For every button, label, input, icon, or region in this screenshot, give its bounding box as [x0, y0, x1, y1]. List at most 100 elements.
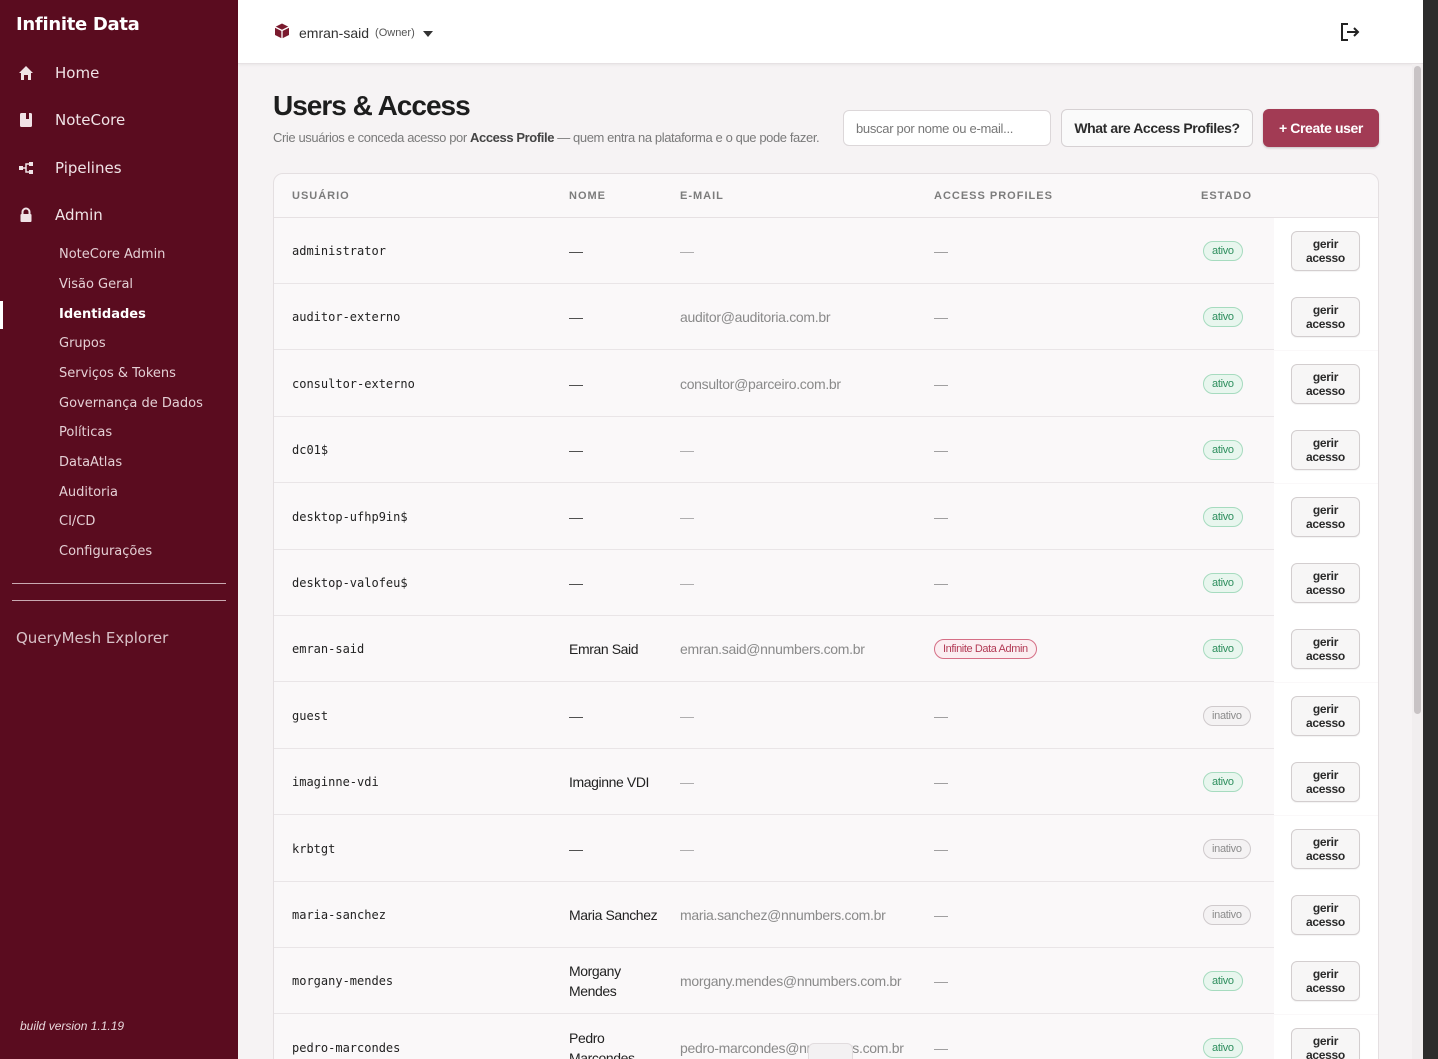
nav-pipelines[interactable]: Pipelines [0, 148, 238, 188]
status-badge: inativo [1203, 838, 1251, 859]
status-badge: ativo [1203, 1037, 1243, 1058]
admin-item-servicos-tokens[interactable]: Serviços & Tokens [0, 360, 238, 386]
search-input[interactable] [843, 110, 1051, 146]
tenant-selector[interactable]: emran-said (Owner) [273, 22, 433, 43]
manage-access-button[interactable]: gerir acesso [1291, 231, 1360, 271]
build-version: build version 1.1.19 [20, 1019, 125, 1033]
cell-email: morgany.mendes@nnumbers.com.br [680, 973, 902, 990]
manage-access-button[interactable]: gerir acesso [1291, 1027, 1360, 1059]
cell-name: — [569, 442, 583, 459]
cell-action: gerir acesso [1274, 815, 1378, 882]
manage-access-button[interactable]: gerir acesso [1291, 961, 1360, 1002]
cell-state: ativo [1203, 351, 1243, 417]
cell-username: krbtgt [292, 841, 336, 856]
create-user-button[interactable]: + Create user [1263, 109, 1379, 147]
manage-access-button[interactable]: gerir acesso [1291, 828, 1360, 869]
cell-username: administrator [292, 244, 386, 258]
table-row[interactable]: morgany-mendes Morgany Mendes morgany.mend… [274, 948, 1378, 1015]
admin-item-dataatlas[interactable]: DataAtlas [0, 449, 238, 475]
status-badge: ativo [1203, 373, 1243, 394]
cell-email: auditor@auditoria.com.br [680, 309, 831, 326]
cell-access-profiles: Infinite Data Admin [934, 616, 1037, 682]
cell-name: — [569, 840, 583, 857]
manage-access-button[interactable]: gerir acesso [1291, 563, 1360, 603]
cell-username: pedro-marcondes [292, 1040, 401, 1055]
cell-state: ativo [1203, 550, 1243, 616]
manage-access-button[interactable]: gerir acesso [1291, 762, 1360, 803]
topbar: emran-said (Owner) [238, 0, 1423, 64]
chevron-down-icon [422, 25, 433, 41]
manage-access-button[interactable]: gerir acesso [1291, 430, 1360, 471]
admin-item-visao-geral[interactable]: Visão Geral [0, 271, 238, 297]
table-row[interactable]: guest — — — inativo gerir acesso [274, 682, 1378, 749]
subtitle-text: Crie usuários e conceda acesso por [273, 130, 471, 145]
admin-item-label: NoteCore Admin [59, 246, 166, 262]
table-row[interactable]: maria-sanchez Maria Sanchez maria.sanchez@… [274, 882, 1378, 948]
admin-item-label: CI/CD [59, 513, 96, 529]
status-badge: inativo [1203, 705, 1251, 726]
admin-item-label: Grupos [59, 335, 106, 351]
admin-item-governanca[interactable]: Governança de Dados [0, 390, 238, 416]
table-row[interactable]: krbtgt — — — inativo gerir acesso [274, 815, 1378, 882]
admin-item-configuracoes[interactable]: Configurações [0, 538, 238, 564]
table-row[interactable]: administrator — — — ativo gerir acesso [274, 218, 1378, 284]
cube-icon [273, 22, 291, 43]
manage-access-button[interactable]: gerir acesso [1291, 297, 1360, 338]
nav-notecore-label: NoteCore [55, 111, 126, 129]
column-header-state[interactable]: ESTADO [1201, 190, 1252, 202]
column-header-email[interactable]: E-MAIL [680, 190, 724, 202]
cell-access-profiles: — [934, 1039, 948, 1056]
cell-access-profiles: — [934, 309, 948, 326]
cell-name: — [569, 375, 583, 392]
cell-access-profiles: — [934, 243, 948, 259]
manage-access-button[interactable]: gerir acesso [1291, 895, 1360, 935]
manage-access-button[interactable]: gerir acesso [1291, 363, 1360, 404]
status-badge: ativo [1203, 772, 1243, 793]
table-row[interactable]: dc01$ — — — ativo gerir acesso [274, 417, 1378, 484]
manage-access-button[interactable]: gerir acesso [1291, 496, 1360, 537]
cell-name: Morgany Mendes [569, 963, 621, 1000]
notebook-icon [18, 112, 34, 128]
sidebar-divider [12, 600, 226, 601]
table-row[interactable]: desktop-ufhp9in$ — — — ativo gerir acesso [274, 483, 1378, 550]
scrollbar-thumb[interactable] [1414, 66, 1421, 714]
access-profile-badge[interactable]: Infinite Data Admin [934, 639, 1037, 660]
admin-item-notecore-admin[interactable]: NoteCore Admin [0, 241, 238, 267]
access-profiles-help-button[interactable]: What are Access Profiles? [1061, 109, 1253, 147]
admin-item-auditoria[interactable]: Auditoria [0, 479, 238, 505]
nav-admin[interactable]: Admin [0, 195, 238, 235]
nav-notecore[interactable]: NoteCore [0, 100, 238, 140]
cell-state: inativo [1203, 816, 1251, 882]
admin-item-cicd[interactable]: CI/CD [0, 508, 238, 534]
manage-access-button[interactable]: gerir acesso [1291, 629, 1360, 670]
brand-logo[interactable]: Infinite Data [16, 14, 140, 35]
table-row[interactable]: auditor-externo — auditor@auditoria.com.br… [274, 284, 1378, 351]
admin-item-identidades[interactable]: Identidades [0, 301, 238, 329]
nav-home[interactable]: Home [0, 53, 238, 93]
cell-action: gerir acesso [1274, 284, 1378, 351]
manage-access-button[interactable]: gerir acesso [1291, 695, 1360, 736]
cell-email: — [680, 774, 694, 791]
cell-action: gerir acesso [1274, 350, 1378, 417]
cell-state: ativo [1203, 484, 1243, 550]
nav-home-label: Home [55, 64, 100, 82]
cell-state: ativo [1203, 616, 1243, 682]
column-header-profiles[interactable]: ACCESS PROFILES [934, 190, 1053, 202]
admin-item-grupos[interactable]: Grupos [0, 330, 238, 356]
table-row[interactable]: emran-said Emran Said emran.said@nnumbers.… [274, 616, 1378, 683]
admin-item-politicas[interactable]: Políticas [0, 419, 238, 445]
table-row[interactable]: consultor-externo — consultor@parceiro.com… [274, 350, 1378, 417]
page-subtitle: Crie usuários e conceda acesso por Acces… [273, 130, 820, 145]
cell-username: emran-said [292, 642, 365, 657]
table-row[interactable]: desktop-valofeu$ — — — ativo gerir acesso [274, 550, 1378, 616]
cell-email: — [680, 575, 694, 591]
logout-icon[interactable] [1339, 21, 1361, 43]
cell-state: ativo [1203, 749, 1243, 815]
cell-username: dc01$ [292, 443, 329, 458]
nav-querymesh-explorer[interactable]: QueryMesh Explorer [16, 629, 168, 647]
table-row[interactable]: imaginne-vdi Imaginne VDI — — ativo gerir ace… [274, 749, 1378, 816]
column-header-name[interactable]: NOME [569, 190, 606, 202]
home-icon [18, 65, 34, 81]
column-header-user[interactable]: USUÁRIO [292, 190, 350, 202]
floating-panel-handle[interactable] [808, 1043, 853, 1059]
